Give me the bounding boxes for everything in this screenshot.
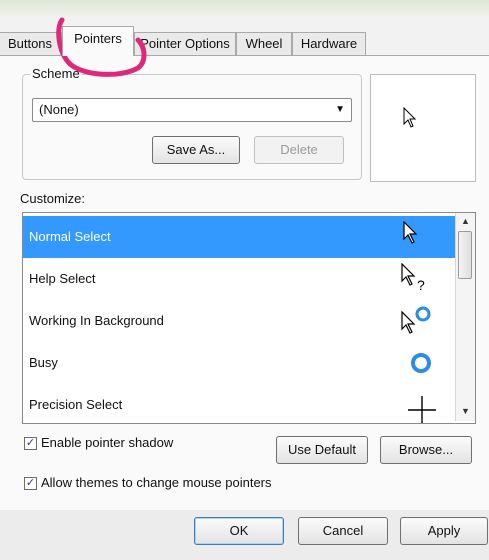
svg-text:?: ? bbox=[417, 277, 425, 293]
apply-button[interactable]: Apply bbox=[400, 517, 488, 545]
delete-button[interactable]: Delete bbox=[254, 136, 344, 164]
tab-pointers-label: Pointers bbox=[74, 31, 122, 46]
crosshair-cursor-icon bbox=[408, 396, 436, 423]
list-item[interactable]: Normal Select bbox=[23, 216, 455, 258]
list-item[interactable]: Precision Select bbox=[23, 384, 455, 423]
list-item[interactable]: Working In Background bbox=[23, 300, 455, 342]
scheme-select-value: (None) bbox=[39, 102, 79, 117]
scrollbar-thumb[interactable] bbox=[458, 231, 472, 279]
browse-button[interactable]: Browse... bbox=[380, 436, 472, 464]
list-item-label: Normal Select bbox=[29, 229, 111, 244]
use-default-button[interactable]: Use Default bbox=[276, 436, 368, 464]
customize-label: Customize: bbox=[20, 191, 86, 206]
tab-pointers[interactable]: Pointers bbox=[62, 26, 134, 56]
working-cursor-icon bbox=[401, 306, 431, 334]
window-top-strip bbox=[0, 0, 489, 16]
help-cursor-icon: ? bbox=[401, 263, 425, 293]
list-item-label: Working In Background bbox=[29, 313, 164, 328]
scroll-up-icon[interactable]: ▲ bbox=[456, 213, 475, 230]
cancel-button[interactable]: Cancel bbox=[298, 517, 388, 545]
chevron-down-icon: ▼ bbox=[335, 104, 345, 115]
ok-button[interactable]: OK bbox=[194, 517, 284, 545]
tab-buttons-label: Buttons bbox=[7, 36, 53, 51]
list-scrollbar[interactable]: ▲ ▼ bbox=[455, 213, 475, 421]
arrow-cursor-icon bbox=[403, 107, 417, 128]
tab-strip: Buttons Pointers Pointer Options Wheel H… bbox=[0, 26, 489, 56]
list-item[interactable]: Busy bbox=[23, 342, 455, 384]
tab-wheel[interactable]: Wheel bbox=[236, 32, 292, 55]
scroll-down-icon[interactable]: ▼ bbox=[456, 403, 475, 420]
shadow-checkbox-label: Enable pointer shadow bbox=[41, 435, 174, 450]
tab-pointer-options-label: Pointer Options bbox=[140, 36, 230, 51]
tab-wheel-label: Wheel bbox=[245, 36, 283, 51]
tab-hardware-label: Hardware bbox=[300, 36, 358, 51]
list-item-label: Precision Select bbox=[29, 397, 123, 412]
tab-hardware[interactable]: Hardware bbox=[292, 32, 366, 55]
themes-checkbox[interactable]: ✓ bbox=[24, 477, 37, 490]
scheme-select[interactable]: (None) ▼ bbox=[32, 98, 352, 122]
save-as-button[interactable]: Save As... bbox=[152, 136, 240, 164]
scheme-group-label: Scheme bbox=[30, 66, 82, 81]
themes-checkbox-label: Allow themes to change mouse pointers bbox=[41, 475, 272, 490]
list-item[interactable]: Help Select ? bbox=[23, 258, 455, 300]
list-item-label: Busy bbox=[29, 355, 58, 370]
busy-cursor-icon bbox=[411, 353, 431, 373]
arrow-cursor-icon bbox=[403, 221, 418, 244]
scheme-group bbox=[22, 74, 362, 180]
tab-pointer-options[interactable]: Pointer Options bbox=[134, 32, 236, 55]
cursor-list[interactable]: Normal Select Help Select ? Working In B… bbox=[22, 212, 476, 424]
shadow-checkbox[interactable]: ✓ bbox=[24, 437, 37, 450]
tab-buttons[interactable]: Buttons bbox=[0, 32, 62, 55]
list-item-label: Help Select bbox=[29, 271, 96, 286]
cursor-preview bbox=[370, 74, 476, 182]
